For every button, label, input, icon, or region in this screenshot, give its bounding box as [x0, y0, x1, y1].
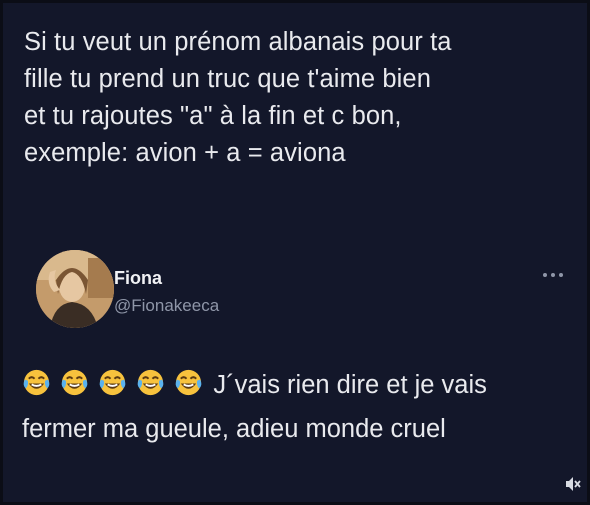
tweet-screenshot: Si tu veut un prénom albanais pour ta fi… — [0, 0, 590, 505]
more-horizontal-icon[interactable] — [540, 268, 566, 282]
face-with-tears-of-joy-icon — [137, 369, 164, 396]
author-handle[interactable]: @Fionakeeca — [114, 296, 219, 316]
avatar-photo-icon — [36, 250, 114, 328]
author-name[interactable]: Fiona — [114, 268, 162, 289]
emoji-row — [22, 368, 205, 409]
face-with-tears-of-joy-icon — [176, 369, 202, 396]
reply-author-row: Fiona @Fionakeeca — [22, 248, 570, 330]
face-with-tears-of-joy-icon — [99, 369, 126, 396]
quoted-tweet-text: Si tu veut un prénom albanais pour ta fi… — [24, 28, 452, 167]
speaker-muted-icon[interactable] — [564, 475, 582, 493]
face-with-tears-of-joy-icon — [61, 369, 88, 396]
avatar[interactable] — [36, 250, 114, 328]
face-with-tears-of-joy-icon — [23, 369, 50, 396]
reply-tweet: J´vais rien dire et je vais fermer ma gu… — [22, 365, 567, 449]
